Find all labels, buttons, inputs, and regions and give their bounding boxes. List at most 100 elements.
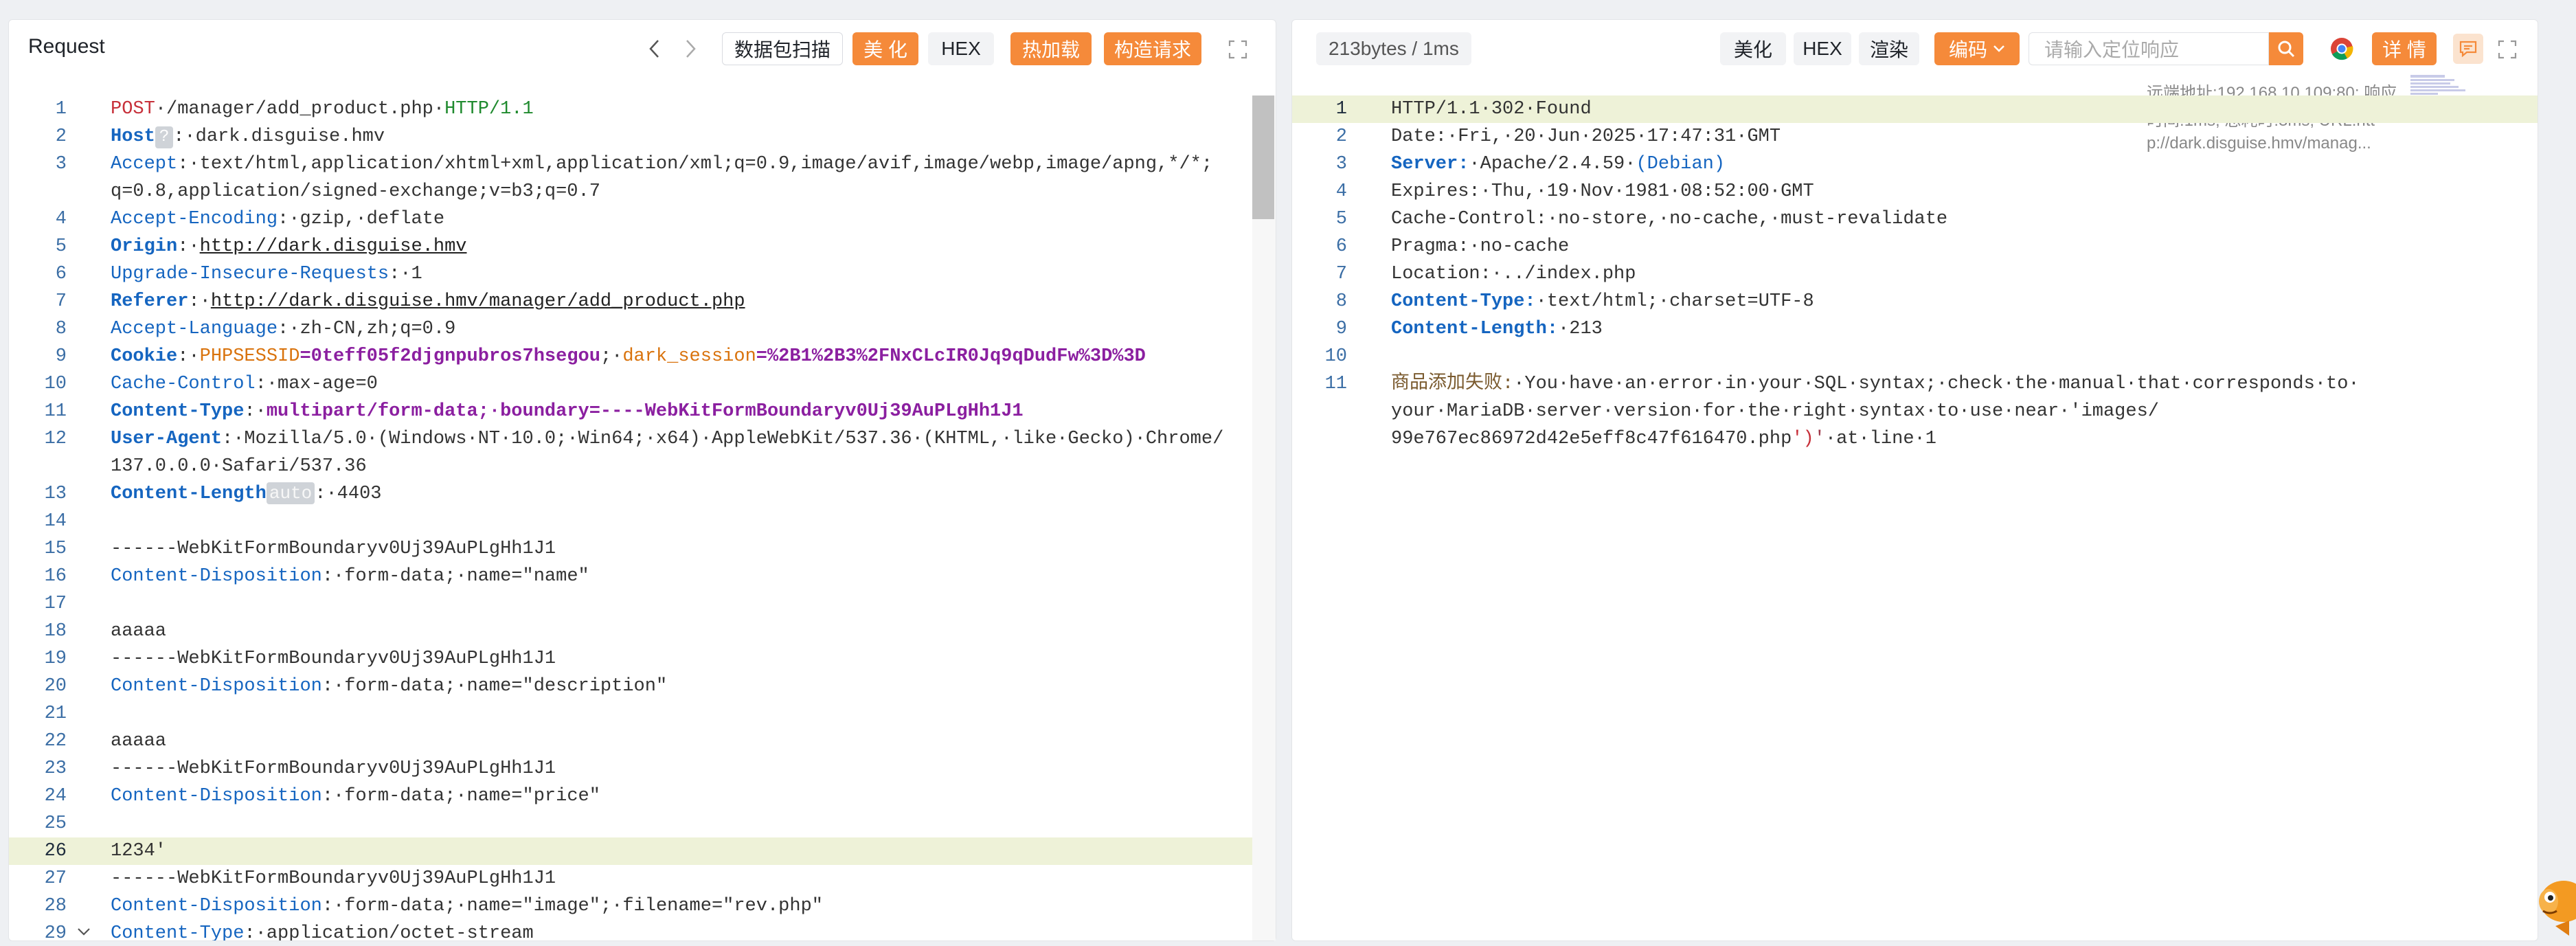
line-number: 10 — [1324, 346, 1347, 367]
code-token: :· — [244, 401, 267, 422]
mascot-icon[interactable] — [2528, 872, 2576, 941]
code-token: ------WebKitFormBoundaryv0Uj39AuPLgHh1J1 — [111, 539, 556, 559]
code-line[interactable]: 9 Cookie:·PHPSESSID=0teff05f2djgnpubros7h… — [9, 343, 1276, 370]
code-line[interactable]: 23 ------WebKitFormBoundaryv0Uj39AuPLgHh1… — [9, 755, 1276, 782]
hex-button[interactable]: HEX — [928, 32, 994, 65]
code-token: :·zh-CN,zh;q=0.9 — [278, 319, 456, 339]
code-token: Cache-Control:·no-store,·no-cache,·must-… — [1391, 209, 1948, 229]
line-number: 7 — [55, 291, 67, 312]
code-line[interactable]: 6 Upgrade-Insecure-Requests:·1 — [9, 260, 1276, 288]
code-text: Content-Disposition:·form-data;·name="de… — [111, 673, 667, 700]
chevron-down-icon — [1993, 45, 2005, 53]
code-token: =%2B1%2B3%2FNxCLcIR0Jq9qDudFw%3D%3D — [756, 346, 1146, 367]
hotload-button[interactable]: 热加载 — [1010, 32, 1092, 65]
code-token: Content-Length: — [1391, 319, 1559, 339]
code-line[interactable]: 18 aaaaa — [9, 618, 1276, 645]
line-number: 17 — [44, 594, 67, 614]
code-line[interactable]: 3 Server:·Apache/2.4.59·(Debian) — [1292, 150, 2538, 178]
code-line[interactable]: your·MariaDB·server·version·for·the·righ… — [1292, 398, 2538, 425]
code-line[interactable]: 8 Content-Type:·text/html;·charset=UTF-8 — [1292, 288, 2538, 315]
fold-chevron-icon[interactable] — [76, 927, 93, 941]
code-line[interactable]: 26 1234' — [9, 837, 1276, 865]
code-line[interactable]: 6 Pragma:·no-cache — [1292, 233, 2538, 260]
code-line[interactable]: 17 — [9, 590, 1276, 618]
code-line[interactable]: 22 aaaaa — [9, 728, 1276, 755]
code-token: ------WebKitFormBoundaryv0Uj39AuPLgHh1J1 — [111, 868, 556, 889]
code-text: 商品添加失败:·You·have·an·error·in·your·SQL·sy… — [1391, 370, 2360, 398]
code-line[interactable]: 12 User-Agent:·Mozilla/5.0·(Windows·NT·10… — [9, 425, 1276, 453]
code-line[interactable]: 16 Content-Disposition:·form-data;·name="… — [9, 563, 1276, 590]
code-line[interactable]: 2 Host?:·dark.disguise.hmv — [9, 123, 1276, 150]
search-input[interactable]: 请输入定位响应 — [2029, 32, 2269, 65]
detail-button[interactable]: 详 情 — [2372, 32, 2437, 65]
code-line[interactable]: 10 Cache-Control:·max-age=0 — [9, 370, 1276, 398]
construct-request-button[interactable]: 构造请求 — [1104, 32, 1201, 65]
code-line[interactable]: 10 — [1292, 343, 2538, 370]
code-line[interactable]: 1 POST·/manager/add_product.php·HTTP/1.1 — [9, 95, 1276, 123]
search-icon[interactable] — [2269, 32, 2303, 65]
code-line[interactable]: 4 Accept-Encoding:·gzip,·deflate — [9, 205, 1276, 233]
chevron-right-icon[interactable] — [677, 35, 704, 63]
code-text: Content-Type:·application/octet-stream — [111, 920, 534, 941]
line-number: 27 — [44, 868, 67, 889]
packet-scan-button[interactable]: 数据包扫描 — [722, 32, 843, 65]
code-token: :·max-age=0 — [255, 374, 378, 394]
line-number: 26 — [44, 841, 67, 861]
code-token: ? — [155, 126, 174, 148]
response-editor[interactable]: 1 HTTP/1.1·302·Found 2 Date:·Fri,·20·Jun·20… — [1292, 95, 2538, 941]
line-number: 28 — [44, 896, 67, 916]
code-line[interactable]: 19 ------WebKitFormBoundaryv0Uj39AuPLgHh1… — [9, 645, 1276, 673]
code-line[interactable]: 14 — [9, 508, 1276, 535]
code-line[interactable]: 25 — [9, 810, 1276, 837]
beautify-button[interactable]: 美 化 — [852, 32, 918, 65]
render-button[interactable]: 渲染 — [1859, 32, 1919, 65]
code-line[interactable]: 20 Content-Disposition:·form-data;·name="… — [9, 673, 1276, 700]
request-editor[interactable]: 1 POST·/manager/add_product.php·HTTP/1.1 2… — [9, 95, 1276, 941]
encode-label: 编码 — [1948, 39, 1987, 60]
code-line[interactable]: 4 Expires:·Thu,·19·Nov·1981·08:52:00·GMT — [1292, 178, 2538, 205]
code-line[interactable]: 5 Cache-Control:·no-store,·no-cache,·must… — [1292, 205, 2538, 233]
code-line[interactable]: 99e767ec86972d42e5eff8c47f616470.php')'·… — [1292, 425, 2538, 453]
code-text: Content-Disposition:·form-data;·name="pr… — [111, 782, 600, 810]
encode-dropdown[interactable]: 编码 — [1934, 32, 2020, 65]
code-line[interactable]: 8 Accept-Language:·zh-CN,zh;q=0.9 — [9, 315, 1276, 343]
response-hex-button[interactable]: HEX — [1794, 32, 1851, 65]
code-line[interactable]: q=0.8,application/signed-exchange;v=b3;q… — [9, 178, 1276, 205]
expand-icon[interactable] — [1226, 38, 1250, 61]
code-text: Accept-Encoding:·gzip,·deflate — [111, 205, 444, 233]
code-token: http://dark.disguise.hmv/manager/add_pro… — [210, 291, 745, 312]
code-line[interactable]: 1 HTTP/1.1·302·Found — [1292, 95, 2538, 123]
code-text: POST·/manager/add_product.php·HTTP/1.1 — [111, 95, 534, 123]
code-line[interactable]: 28 Content-Disposition:·form-data;·name="… — [9, 892, 1276, 920]
request-scrollbar-track[interactable] — [1252, 95, 1276, 941]
chrome-icon[interactable] — [2328, 35, 2355, 63]
code-line[interactable]: 13 Content-Length auto:·4403 — [9, 480, 1276, 508]
code-line[interactable]: 3 Accept:·text/html,application/xhtml+xml… — [9, 150, 1276, 178]
response-beautify-button[interactable]: 美化 — [1720, 32, 1786, 65]
code-token: POST — [111, 99, 155, 120]
line-number: 11 — [44, 401, 67, 422]
code-line[interactable]: 21 — [9, 700, 1276, 728]
comment-icon[interactable] — [2453, 34, 2483, 64]
code-line[interactable]: 15 ------WebKitFormBoundaryv0Uj39AuPLgHh1… — [9, 535, 1276, 563]
code-line[interactable]: 11 商品添加失败:·You·have·an·error·in·your·SQL·… — [1292, 370, 2538, 398]
line-number: 14 — [44, 511, 67, 532]
code-token: 商品添加失败: — [1391, 374, 1514, 394]
request-scrollbar-thumb[interactable] — [1252, 95, 1274, 219]
code-line[interactable]: 24 Content-Disposition:·form-data;·name="… — [9, 782, 1276, 810]
code-line[interactable]: 27 ------WebKitFormBoundaryv0Uj39AuPLgHh1… — [9, 865, 1276, 892]
code-line[interactable]: 5 Origin:·http://dark.disguise.hmv — [9, 233, 1276, 260]
code-token: (Debian) — [1636, 154, 1726, 174]
code-line[interactable]: 29 Content-Type:·application/octet-stream — [9, 920, 1276, 941]
code-text: Cache-Control:·no-store,·no-cache,·must-… — [1391, 205, 1947, 233]
chevron-left-icon[interactable] — [641, 35, 668, 63]
code-text: Pragma:·no-cache — [1391, 233, 1569, 260]
code-token: Content-Disposition — [111, 786, 322, 807]
expand-icon[interactable] — [2496, 38, 2519, 61]
code-line[interactable]: 11 Content-Type:·multipart/form-data;·bou… — [9, 398, 1276, 425]
code-line[interactable]: 7 Location:·../index.php — [1292, 260, 2538, 288]
code-line[interactable]: 9 Content-Length:·213 — [1292, 315, 2538, 343]
code-line[interactable]: 2 Date:·Fri,·20·Jun·2025·17:47:31·GMT — [1292, 123, 2538, 150]
code-line[interactable]: 137.0.0.0·Safari/537.36 — [9, 453, 1276, 480]
code-line[interactable]: 7 Referer:·http://dark.disguise.hmv/manag… — [9, 288, 1276, 315]
